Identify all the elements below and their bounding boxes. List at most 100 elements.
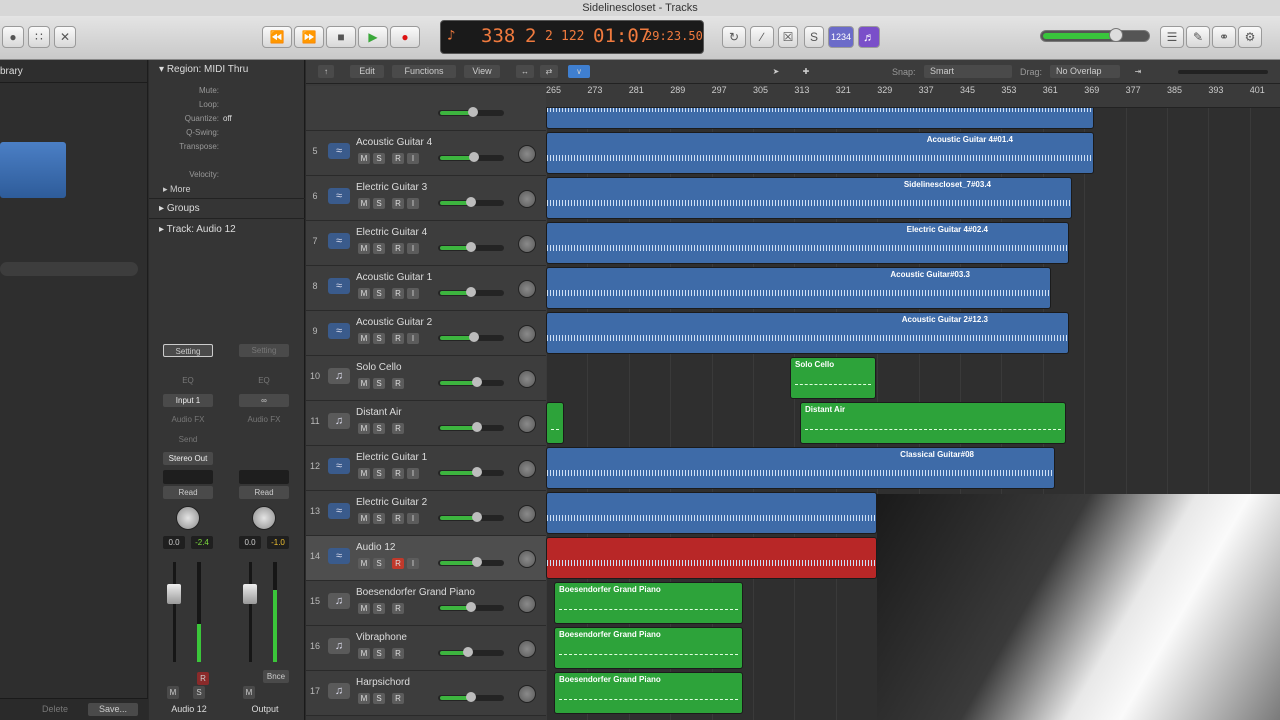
mute-button[interactable]: M <box>358 648 370 659</box>
lcd-display[interactable]: ♪ 338 2 2 122 01:07 29:23.50 <box>440 20 704 54</box>
groups-header[interactable]: ▸ Groups <box>149 198 305 218</box>
mute-button[interactable]: M <box>358 333 370 344</box>
notepad-icon[interactable]: ✎ <box>1186 26 1210 48</box>
midi-region[interactable]: Solo Cello <box>790 357 876 399</box>
back-arrow-icon[interactable]: ↑ <box>318 65 334 78</box>
solo-button[interactable]: S <box>373 513 385 524</box>
track-name[interactable]: Audio 12 <box>356 542 395 553</box>
loop-browser-icon[interactable]: ⚭ <box>1212 26 1236 48</box>
link-icon[interactable]: ∞ <box>239 394 289 407</box>
library-search[interactable] <box>0 262 138 276</box>
mute-button[interactable]: M <box>358 288 370 299</box>
replace-icon[interactable]: ∕ <box>750 26 774 48</box>
track-header[interactable]: 9 ≈ Acoustic Guitar 2 MSRI <box>306 311 546 356</box>
volume-slider[interactable] <box>438 467 504 477</box>
mute-button[interactable]: M <box>358 378 370 389</box>
volume-slider[interactable] <box>438 422 504 432</box>
mute-button[interactable]: M <box>243 686 255 699</box>
pan-knob[interactable] <box>518 280 536 298</box>
volume-knob[interactable] <box>463 647 473 657</box>
track-header[interactable]: 16 ♫ Vibraphone M S R <box>306 626 546 671</box>
catch-icon[interactable]: ↔ <box>516 65 534 78</box>
automation-mode-button[interactable]: Read <box>163 486 213 499</box>
solo-button[interactable]: S <box>193 686 205 699</box>
audio-region[interactable]: Acoustic Guitar#03.3 <box>546 267 1051 309</box>
pan-knob[interactable] <box>518 145 536 163</box>
pan-knob[interactable] <box>518 325 536 343</box>
eq-button[interactable]: EQ <box>239 374 289 387</box>
volume-slider[interactable] <box>438 557 504 567</box>
input-monitor-button[interactable]: I <box>407 288 419 299</box>
audio-region[interactable]: Sidelinescloset_7#03.4 <box>546 177 1072 219</box>
record-enable-button[interactable]: R <box>392 288 404 299</box>
midi-region[interactable]: Boesendorfer Grand Piano <box>554 627 743 669</box>
eq-button[interactable]: EQ <box>163 374 213 387</box>
track-name[interactable]: Electric Guitar 3 <box>356 182 427 193</box>
volume-knob[interactable] <box>472 467 482 477</box>
volume-knob[interactable] <box>472 422 482 432</box>
record-enable-button[interactable]: R <box>392 378 404 389</box>
pan-knob[interactable] <box>518 190 536 208</box>
group-slot[interactable] <box>239 470 289 484</box>
play-button[interactable]: ▶ <box>358 26 388 48</box>
forward-button[interactable]: ⏩ <box>294 26 324 48</box>
midi-region[interactable]: Boesendorfer Grand Piano <box>554 582 743 624</box>
track-name[interactable]: Electric Guitar 2 <box>356 497 427 508</box>
edit-menu[interactable]: Edit <box>350 65 384 78</box>
solo-button[interactable]: S <box>373 378 385 389</box>
volume-knob[interactable] <box>466 197 476 207</box>
mute-button[interactable]: M <box>358 423 370 434</box>
rewind-button[interactable]: ⏪ <box>262 26 292 48</box>
track-name[interactable]: Solo Cello <box>356 362 402 373</box>
track-name[interactable]: Acoustic Guitar 2 <box>356 317 432 328</box>
punch-icon[interactable]: ☒ <box>778 26 798 48</box>
midi-region[interactable]: Boesendorfer Grand Piano <box>554 672 743 714</box>
solo-button[interactable]: S <box>373 423 385 434</box>
midi-region[interactable] <box>546 402 564 444</box>
track-header[interactable]: 17 ♫ Harpsichord M S R <box>306 671 546 716</box>
audio-region[interactable] <box>546 108 1094 129</box>
mute-button[interactable]: M <box>358 198 370 209</box>
smart-controls-icon[interactable]: ✕ <box>54 26 76 48</box>
volume-knob[interactable] <box>469 332 479 342</box>
solo-button[interactable]: S <box>373 333 385 344</box>
volume-slider[interactable] <box>438 647 504 657</box>
mute-button[interactable]: M <box>358 558 370 569</box>
setting-button[interactable]: Setting <box>239 344 289 357</box>
master-volume-slider[interactable] <box>1040 28 1150 42</box>
pan-knob[interactable] <box>252 506 276 530</box>
plus-tool-icon[interactable]: ✚ <box>794 65 818 78</box>
send-slot[interactable]: Send <box>163 433 213 446</box>
solo-button[interactable]: S <box>373 648 385 659</box>
audio-region[interactable]: Electric Guitar 4#02.4 <box>546 222 1069 264</box>
audio-region[interactable]: Classical Guitar#08 <box>546 447 1055 489</box>
drag-select[interactable]: No Overlap <box>1050 65 1120 78</box>
pan-knob[interactable] <box>176 506 200 530</box>
track-header[interactable]: 10 ♫ Solo Cello M S R <box>306 356 546 401</box>
track-header[interactable]: 13 ≈ Electric Guitar 2 MSRI <box>306 491 546 536</box>
audio-region[interactable] <box>546 492 877 534</box>
pan-knob[interactable] <box>518 235 536 253</box>
more-disclosure[interactable]: ▸ More <box>149 184 305 195</box>
track-header[interactable]: 5 ≈ Acoustic Guitar 4 MSRI <box>306 131 546 176</box>
volume-slider[interactable] <box>438 602 504 612</box>
input-monitor-button[interactable]: I <box>407 513 419 524</box>
audio-fx-slot[interactable]: Audio FX <box>163 413 213 426</box>
track-name[interactable]: Vibraphone <box>356 632 407 643</box>
input-button[interactable]: Input 1 <box>163 394 213 407</box>
track-header[interactable]: 8 ≈ Acoustic Guitar 1 MSRI <box>306 266 546 311</box>
pan-knob[interactable] <box>518 370 536 388</box>
flex-icon[interactable]: ∨ <box>568 65 590 78</box>
track-name[interactable]: Distant Air <box>356 407 402 418</box>
solo-button[interactable]: S <box>373 243 385 254</box>
record-enable-button[interactable]: R <box>392 243 404 254</box>
recording-region[interactable] <box>546 537 877 579</box>
input-monitor-button[interactable]: I <box>407 333 419 344</box>
group-slot[interactable] <box>163 470 213 484</box>
track-header[interactable]: 14 ≈ Audio 12 M S R I <box>306 536 546 581</box>
volume-slider[interactable] <box>438 197 504 207</box>
track-name[interactable]: Acoustic Guitar 1 <box>356 272 432 283</box>
delete-button[interactable]: Delete <box>30 703 80 716</box>
volume-knob[interactable] <box>472 377 482 387</box>
bounce-button[interactable]: Bnce <box>263 670 289 683</box>
